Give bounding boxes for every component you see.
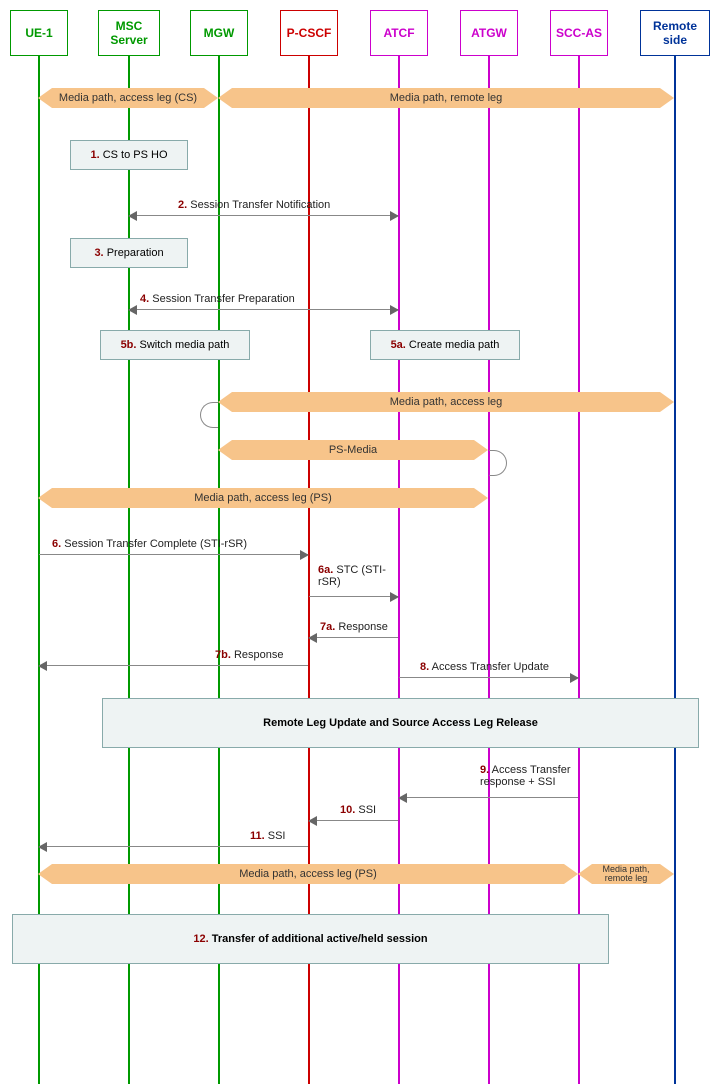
media-remote-leg-top-label: Media path, remote leg bbox=[390, 92, 503, 104]
actor-pcscf: P-CSCF bbox=[280, 10, 338, 56]
media-remote-leg-top: Media path, remote leg bbox=[232, 88, 660, 108]
label-step11: 11. SSI bbox=[250, 830, 285, 842]
actor-mgw: MGW bbox=[190, 10, 248, 56]
media-ps: PS-Media bbox=[232, 440, 474, 460]
label-step2: 2. Session Transfer Notification bbox=[178, 199, 330, 211]
box-step3: 3. Preparation bbox=[70, 238, 188, 268]
arrow-step6a bbox=[309, 596, 398, 597]
actor-ue1: UE-1 bbox=[10, 10, 68, 56]
box-step5a: 5a. Create media path bbox=[370, 330, 520, 360]
arrow-step7b bbox=[39, 665, 308, 666]
arrow-step9 bbox=[399, 797, 578, 798]
media-access-leg-label: Media path, access leg bbox=[390, 396, 503, 408]
loop-mgw bbox=[200, 402, 218, 428]
box-step12: 12. Transfer of additional active/held s… bbox=[12, 914, 609, 964]
actor-sccas: SCC-AS bbox=[550, 10, 608, 56]
label-step6: 6. Session Transfer Complete (STI-rSR) bbox=[52, 538, 247, 550]
lifeline-remote bbox=[674, 56, 676, 1084]
label-step8: 8. Access Transfer Update bbox=[420, 661, 549, 673]
media-access-ps-mid-label: Media path, access leg (PS) bbox=[194, 492, 332, 504]
box-step5b: 5b. Switch media path bbox=[100, 330, 250, 360]
arrow-step2 bbox=[129, 215, 398, 216]
arrow-step10 bbox=[309, 820, 398, 821]
label-step9: 9. Access Transfer response + SSI bbox=[480, 764, 600, 788]
label-step4: 4. Session Transfer Preparation bbox=[140, 293, 295, 305]
actor-remote: Remote side bbox=[640, 10, 710, 56]
media-access-ps-mid: Media path, access leg (PS) bbox=[52, 488, 474, 508]
media-access-cs: Media path, access leg (CS) bbox=[52, 88, 204, 108]
box-step1: 1. CS to PS HO bbox=[70, 140, 188, 170]
arrow-step6 bbox=[39, 554, 308, 555]
label-step10: 10. SSI bbox=[340, 804, 376, 816]
arrow-step8 bbox=[399, 677, 578, 678]
media-remote-leg-bottom-label: Media path, remote leg bbox=[592, 865, 660, 883]
label-step6a: 6a. STC (STI-rSR) bbox=[318, 564, 398, 588]
media-access-ps-bottom: Media path, access leg (PS) bbox=[52, 864, 564, 884]
label-step7a: 7a. Response bbox=[320, 621, 388, 633]
arrow-step7a bbox=[309, 637, 398, 638]
box-remote-update: Remote Leg Update and Source Access Leg … bbox=[102, 698, 699, 748]
arrow-step11 bbox=[39, 846, 308, 847]
loop-atgw bbox=[489, 450, 507, 476]
label-step7b: 7b. Response bbox=[215, 649, 284, 661]
media-access-ps-bottom-label: Media path, access leg (PS) bbox=[239, 868, 377, 880]
media-remote-leg-bottom: Media path, remote leg bbox=[592, 864, 660, 884]
media-ps-label: PS-Media bbox=[329, 444, 377, 456]
actor-atcf: ATCF bbox=[370, 10, 428, 56]
actor-msc: MSC Server bbox=[98, 10, 160, 56]
media-access-leg: Media path, access leg bbox=[232, 392, 660, 412]
media-access-cs-label: Media path, access leg (CS) bbox=[59, 93, 197, 104]
actor-atgw: ATGW bbox=[460, 10, 518, 56]
arrow-step4 bbox=[129, 309, 398, 310]
